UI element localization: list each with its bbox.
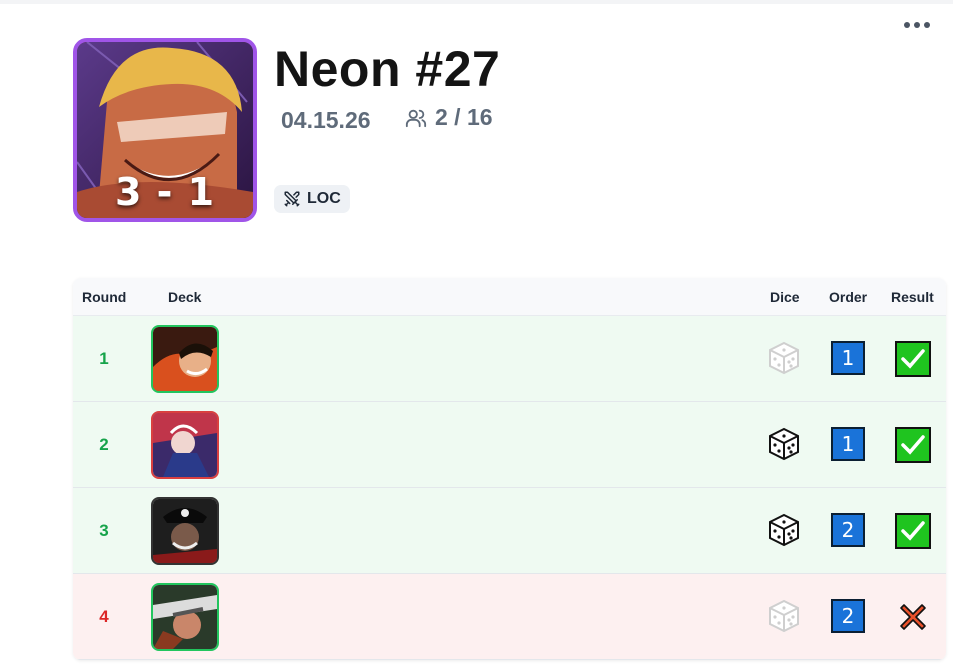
page-title: Neon #27 — [274, 41, 501, 97]
format-label: LOC — [307, 190, 341, 207]
table-row[interactable]: 2 1 — [73, 402, 946, 488]
dice-icon — [769, 513, 799, 547]
player-count-value: 2 / 16 — [435, 104, 493, 130]
more-options-icon[interactable] — [901, 14, 933, 36]
format-badge: LOC — [274, 185, 350, 213]
rounds-table: Round Deck Dice Order Result 1 1 2 1 3 2… — [73, 278, 946, 660]
deck-image — [151, 497, 219, 565]
header-round: Round — [82, 289, 127, 305]
top-bar — [0, 0, 953, 4]
loss-cross-icon — [900, 604, 926, 630]
win-check-icon — [895, 427, 931, 463]
win-check-icon — [895, 341, 931, 377]
deck-image — [151, 583, 219, 651]
header-result: Result — [891, 289, 934, 305]
deck-image — [151, 411, 219, 479]
win-check-icon — [895, 513, 931, 549]
player-count: 2 / 16 — [405, 104, 493, 131]
header-deck: Deck — [168, 289, 202, 305]
round-number: 2 — [99, 435, 109, 454]
table-header: Round Deck Dice Order Result — [73, 278, 946, 316]
round-number: 1 — [99, 349, 109, 368]
round-number: 4 — [99, 607, 109, 626]
crossed-swords-icon — [284, 191, 300, 207]
order-badge: 1 — [831, 427, 865, 461]
deck-image — [151, 325, 219, 393]
dice-icon — [769, 427, 799, 461]
users-icon — [405, 109, 427, 127]
order-badge: 1 — [831, 341, 865, 375]
order-badge: 2 — [831, 513, 865, 547]
event-date: 04.15.26 — [281, 107, 371, 133]
dice-icon — [769, 341, 799, 375]
dice-icon — [769, 599, 799, 633]
record-score: 3 - 1 — [114, 170, 216, 214]
header-dice: Dice — [770, 289, 800, 305]
order-badge: 2 — [831, 599, 865, 633]
header-order: Order — [829, 289, 868, 305]
table-row[interactable]: 4 2 — [73, 574, 946, 660]
table-row[interactable]: 1 1 — [73, 316, 946, 402]
leader-avatar: 3 - 1 — [73, 38, 257, 222]
table-row[interactable]: 3 2 — [73, 488, 946, 574]
round-number: 3 — [99, 521, 109, 540]
